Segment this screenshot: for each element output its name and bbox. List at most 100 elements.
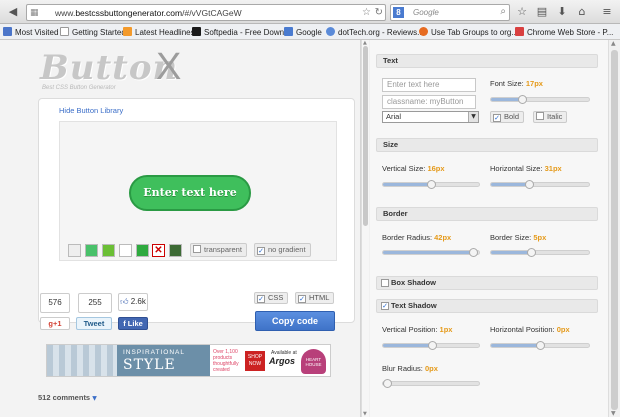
html-checkbox[interactable]: ✓	[298, 295, 306, 303]
star-folder-icon	[3, 27, 12, 36]
left-scrollbar[interactable]: ▲ ▼	[361, 40, 369, 417]
bookmark-google[interactable]: Google	[284, 27, 322, 37]
left-scrollbar-thumb[interactable]	[363, 46, 368, 226]
transparent-toggle[interactable]: transparent	[190, 243, 247, 257]
italic-checkbox[interactable]	[536, 112, 544, 120]
hide-library-link[interactable]: Hide Button Library	[59, 106, 123, 115]
text-shadow-section-header[interactable]: ✓ Text Shadow	[376, 299, 598, 313]
font-family-select[interactable]: Arial ▼	[382, 111, 479, 123]
swatch-forest[interactable]	[169, 244, 182, 257]
advertisement-banner[interactable]: INSPIRATIONAL STYLE Over 1,100 products …	[46, 344, 331, 377]
slider-fill	[383, 251, 474, 254]
google-icon	[284, 27, 293, 36]
demo-button[interactable]: Enter text here	[129, 175, 251, 211]
size-section-header: Size	[376, 138, 598, 152]
slider-knob[interactable]	[524, 180, 534, 189]
slider-knob[interactable]	[535, 341, 545, 350]
tweet-button[interactable]: Tweet	[76, 317, 112, 330]
css-toggle[interactable]: ✓ CSS	[254, 292, 289, 304]
share-count-2: 255	[78, 293, 112, 313]
transparent-checkbox[interactable]	[193, 245, 201, 253]
address-bar[interactable]: ▦ www.bestcssbuttongenerator.com/#/vVGtC…	[26, 4, 386, 21]
back-icon[interactable]: ◀	[6, 5, 20, 19]
bookmark-chrome-store[interactable]: Chrome Web Store - P...	[515, 27, 613, 37]
bookmark-star-icon[interactable]: ☆	[362, 7, 371, 18]
bookmark-label: Latest Headlines	[135, 28, 195, 37]
copy-code-button[interactable]: Copy code	[255, 311, 335, 331]
horizontal-size-label: Horizontal Size: 31px	[490, 164, 562, 173]
search-icon[interactable]: ⌕	[500, 6, 506, 17]
like-button[interactable]: f Like	[118, 317, 148, 330]
horizontal-size-slider[interactable]	[490, 180, 590, 189]
swatch-lime[interactable]	[102, 244, 115, 257]
menu-icon[interactable]: ≡	[600, 5, 614, 19]
horizontal-size-value: 31px	[544, 164, 562, 173]
scroll-down-icon[interactable]: ▼	[363, 411, 367, 417]
comments-count[interactable]: 512 comments ▼	[38, 393, 97, 402]
slider-knob[interactable]	[426, 180, 436, 189]
site-identity-icon[interactable]: ▦	[30, 8, 39, 18]
italic-toggle[interactable]: Italic	[533, 111, 568, 123]
text-shadow-checkbox[interactable]: ✓	[381, 302, 389, 310]
right-scrollbar-thumb[interactable]	[611, 50, 618, 410]
reload-icon[interactable]: ↻	[375, 7, 383, 18]
css-checkbox[interactable]: ✓	[257, 295, 265, 303]
chevron-down-icon[interactable]: ▼	[468, 112, 478, 122]
download-icon[interactable]: ⬇	[555, 5, 569, 19]
bold-checkbox[interactable]: ✓	[493, 114, 501, 122]
comments-dropdown-icon[interactable]: ▼	[92, 395, 97, 402]
slider-knob[interactable]	[517, 95, 527, 104]
font-size-slider[interactable]	[490, 95, 590, 104]
box-shadow-label: Box Shadow	[391, 278, 437, 287]
swatch-none-icon[interactable]: ✕	[152, 244, 165, 257]
border-radius-slider[interactable]	[382, 248, 480, 257]
bookmark-dottech[interactable]: dotTech.org - Reviews...	[326, 27, 424, 37]
softpedia-icon	[192, 27, 201, 36]
blur-radius-label: Blur Radius: 0px	[382, 364, 438, 373]
bookmark-softpedia[interactable]: Softpedia - Free Downl...	[192, 27, 292, 37]
font-size-text: Font Size:	[490, 79, 524, 88]
slider-knob[interactable]	[526, 248, 536, 257]
text-input[interactable]: Enter text here	[382, 78, 476, 92]
blur-radius-slider[interactable]	[382, 379, 480, 388]
text-shadow-label: Text Shadow	[391, 301, 437, 310]
search-bar[interactable]: 8 Google ⌕	[390, 4, 510, 21]
slider-knob[interactable]	[383, 379, 392, 388]
slider-knob[interactable]	[428, 341, 438, 350]
vertical-position-text: Vertical Position:	[382, 325, 438, 334]
no-gradient-label: no gradient	[268, 245, 306, 254]
search-engine-icon[interactable]: 8	[393, 7, 404, 18]
facebook-icon: f	[123, 319, 126, 328]
swatch-dark-green[interactable]	[136, 244, 149, 257]
bookmark-getting-started[interactable]: Getting Started	[60, 27, 126, 37]
horizontal-position-slider[interactable]	[490, 341, 590, 350]
classname-input[interactable]: classname: myButton	[382, 95, 476, 109]
html-toggle[interactable]: ✓ HTML	[295, 292, 335, 304]
ad-shop-now[interactable]: SHOP NOW	[245, 351, 265, 371]
clipboard-icon[interactable]: ▤	[535, 5, 549, 19]
vertical-position-slider[interactable]	[382, 341, 480, 350]
font-size-value: 17px	[525, 79, 543, 88]
box-shadow-checkbox[interactable]	[381, 279, 389, 287]
swatch-green[interactable]	[85, 244, 98, 257]
border-radius-value: 42px	[434, 233, 452, 242]
vertical-size-slider[interactable]	[382, 180, 480, 189]
scroll-down-icon[interactable]: ▼	[611, 410, 616, 417]
box-shadow-section-header[interactable]: Box Shadow	[376, 276, 598, 290]
slider-knob[interactable]	[469, 248, 479, 257]
url-text[interactable]: www.bestcssbuttongenerator.com/#/vVGtCAG…	[55, 8, 242, 18]
bookmark-tab-groups[interactable]: Use Tab Groups to org...	[419, 27, 518, 37]
scroll-up-icon[interactable]: ▲	[611, 40, 616, 47]
no-gradient-toggle[interactable]: ✓ no gradient	[254, 243, 311, 257]
bookmark-most-visited[interactable]: Most Visited	[3, 27, 58, 37]
star-icon[interactable]: ☆	[515, 5, 529, 19]
border-size-slider[interactable]	[490, 248, 590, 257]
no-gradient-checkbox[interactable]: ✓	[257, 247, 265, 255]
right-scrollbar[interactable]: ▲ ▼	[608, 40, 620, 417]
swatch-white[interactable]	[119, 244, 132, 257]
bookmark-latest-headlines[interactable]: Latest Headlines	[123, 27, 195, 37]
home-icon[interactable]: ⌂	[575, 5, 589, 19]
bold-toggle[interactable]: ✓ Bold	[490, 111, 525, 123]
swatch-light-gray[interactable]	[68, 244, 81, 257]
gplus-button[interactable]: g+1	[40, 317, 70, 330]
